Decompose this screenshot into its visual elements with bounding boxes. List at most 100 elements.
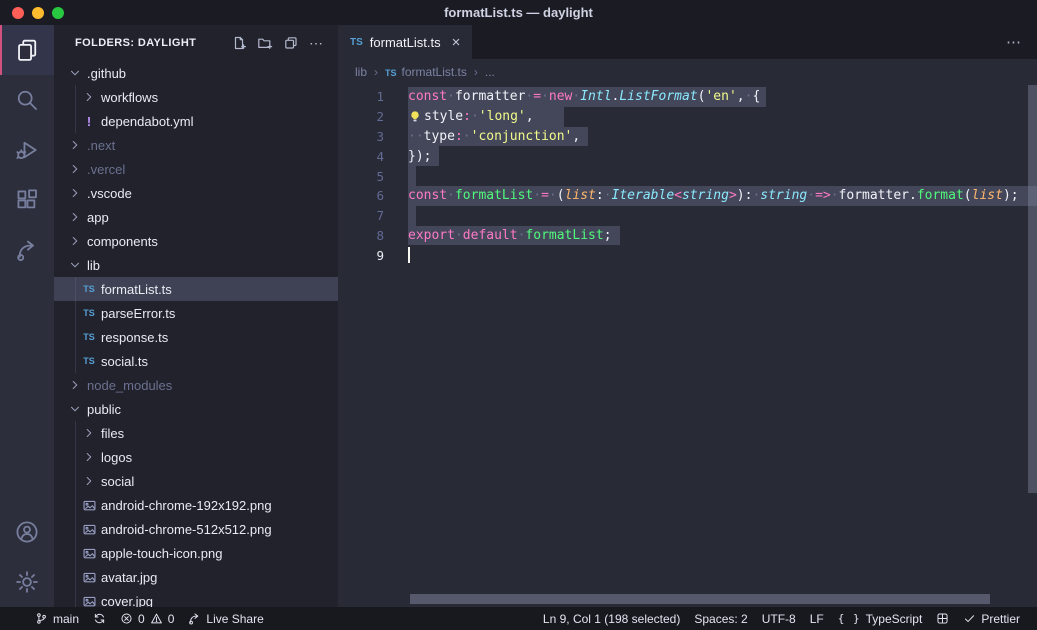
breadcrumb-item[interactable]: ... — [485, 65, 495, 79]
close-tab-icon[interactable]: × — [452, 34, 461, 51]
tree-item-node_modules[interactable]: node_modules — [54, 373, 338, 397]
status-indentation[interactable]: Spaces: 2 — [687, 607, 754, 630]
status-cursor-position[interactable]: Ln 9, Col 1 (198 selected) — [536, 607, 687, 630]
line-margin — [384, 87, 408, 107]
window-title: formatList.ts — daylight — [444, 5, 593, 20]
lightbulb-icon[interactable] — [408, 110, 424, 124]
line-content — [408, 206, 416, 226]
tree-item-formatList.ts[interactable]: TSformatList.ts — [54, 277, 338, 301]
tree-item-apple-touch-icon.png[interactable]: apple-touch-icon.png — [54, 541, 338, 565]
new-file-button[interactable] — [231, 35, 247, 51]
close-window-button[interactable] — [12, 7, 24, 19]
collapse-folders-button[interactable] — [283, 35, 299, 51]
settings-button[interactable] — [0, 557, 54, 607]
ellipsis-icon: ⋯ — [309, 35, 324, 52]
tree-item-.next[interactable]: .next — [54, 133, 338, 157]
code-line[interactable]: 5 — [338, 166, 1037, 186]
code-line[interactable]: 7 — [338, 206, 1037, 226]
tree-item-parseError.ts[interactable]: TSparseError.ts — [54, 301, 338, 325]
tree-item-.vscode[interactable]: .vscode — [54, 181, 338, 205]
breadcrumb-item[interactable]: TSformatList.ts — [385, 65, 467, 79]
more-actions-button[interactable]: ⋯ — [309, 35, 324, 52]
status-encoding-label: UTF-8 — [762, 612, 796, 626]
tree-item-label: android-chrome-512x512.png — [101, 522, 272, 537]
tree-item-workflows[interactable]: workflows — [54, 85, 338, 109]
line-number: 6 — [338, 186, 384, 206]
code-line[interactable]: 9 — [338, 245, 1037, 265]
line-number: 4 — [338, 146, 384, 166]
status-live-share[interactable]: Live Share — [181, 607, 270, 630]
image-icon — [80, 546, 98, 561]
line-margin — [384, 127, 408, 147]
tree-item-label: public — [87, 402, 121, 417]
breadcrumb-item[interactable]: lib — [355, 65, 367, 79]
new-folder-button[interactable] — [257, 35, 273, 51]
tree-item-response.ts[interactable]: TSresponse.ts — [54, 325, 338, 349]
tree-item-cover.jpg[interactable]: cover.jpg — [54, 589, 338, 607]
tree-item-app[interactable]: app — [54, 205, 338, 229]
zoom-window-button[interactable] — [52, 7, 64, 19]
status-feedback[interactable] — [929, 607, 956, 630]
tree-item-logos[interactable]: logos — [54, 445, 338, 469]
ts-icon: TS — [350, 37, 363, 48]
code-line[interactable]: 4}); — [338, 146, 1037, 166]
chevron-right-icon — [66, 186, 84, 200]
code-line[interactable]: 2style:·'long', — [338, 107, 1037, 127]
status-eol-sequence[interactable]: LF — [803, 607, 831, 630]
status-problems[interactable]: 00 — [113, 607, 181, 630]
tree-item-components[interactable]: components — [54, 229, 338, 253]
run-debug-button[interactable] — [0, 125, 54, 175]
search-button[interactable] — [0, 75, 54, 125]
tree-item-lib[interactable]: lib — [54, 253, 338, 277]
dependabot-icon: ! — [80, 114, 98, 129]
chevron-right-icon — [66, 138, 84, 152]
line-number: 9 — [338, 245, 384, 265]
tree-item-social[interactable]: social — [54, 469, 338, 493]
status-prettier[interactable]: Prettier — [956, 607, 1027, 630]
tree-item-label: avatar.jpg — [101, 570, 157, 585]
code-area[interactable]: 1const·formatter·=·new·Intl.ListFormat('… — [338, 85, 1037, 607]
tree-item-social.ts[interactable]: TSsocial.ts — [54, 349, 338, 373]
tree-item-android-chrome-192x192.png[interactable]: android-chrome-192x192.png — [54, 493, 338, 517]
accounts-button[interactable] — [0, 507, 54, 557]
line-content: }); — [408, 146, 439, 166]
code-line[interactable]: 6const·formatList·=·(list:·Iterable<stri… — [338, 186, 1037, 206]
tree-item-files[interactable]: files — [54, 421, 338, 445]
tree-item-dependabot.yml[interactable]: !dependabot.yml — [54, 109, 338, 133]
tree-item-android-chrome-512x512.png[interactable]: android-chrome-512x512.png — [54, 517, 338, 541]
status-encoding[interactable]: UTF-8 — [755, 607, 803, 630]
minimize-window-button[interactable] — [32, 7, 44, 19]
tab-bar: TS formatList.ts × ⋯ — [338, 25, 1037, 59]
vertical-scrollbar[interactable] — [1028, 85, 1037, 493]
status-language-mode[interactable]: { }TypeScript — [831, 607, 930, 630]
tree-item-label: cover.jpg — [101, 594, 153, 608]
status-problems-label: 0 — [138, 612, 145, 626]
tree-item-.vercel[interactable]: .vercel — [54, 157, 338, 181]
tree-item-label: android-chrome-192x192.png — [101, 498, 272, 513]
line-number: 8 — [338, 226, 384, 246]
tree-item-public[interactable]: public — [54, 397, 338, 421]
line-number: 1 — [338, 87, 384, 107]
explorer-sidebar: FOLDERS: DAYLIGHT ⋯ .githubworkflows!dep… — [54, 25, 338, 607]
text-cursor — [408, 247, 410, 263]
extensions-button[interactable] — [0, 175, 54, 225]
status-sync[interactable] — [86, 607, 113, 630]
live-share-button[interactable] — [0, 225, 54, 275]
code-line[interactable]: 8export·default·formatList; — [338, 226, 1037, 246]
tree-item-label: .vercel — [87, 162, 125, 177]
breadcrumb-label: ... — [485, 65, 495, 79]
chevron-right-icon — [66, 234, 84, 248]
tree-item-avatar.jpg[interactable]: avatar.jpg — [54, 565, 338, 589]
code-line[interactable]: 3··type:·'conjunction', — [338, 127, 1037, 147]
editor-more-actions-button[interactable]: ⋯ — [1006, 25, 1022, 59]
tab-formatList[interactable]: TS formatList.ts × — [338, 25, 472, 59]
tree-item-.github[interactable]: .github — [54, 61, 338, 85]
status-git-branch[interactable]: main — [28, 607, 86, 630]
explorer-button[interactable] — [0, 25, 54, 75]
horizontal-scrollbar[interactable] — [410, 594, 990, 604]
line-number: 7 — [338, 206, 384, 226]
code-line[interactable]: 1const·formatter·=·new·Intl.ListFormat('… — [338, 87, 1037, 107]
line-number: 5 — [338, 166, 384, 186]
file-tree: .githubworkflows!dependabot.yml.next .ver… — [54, 61, 338, 607]
status-git-branch-label: main — [53, 612, 79, 626]
